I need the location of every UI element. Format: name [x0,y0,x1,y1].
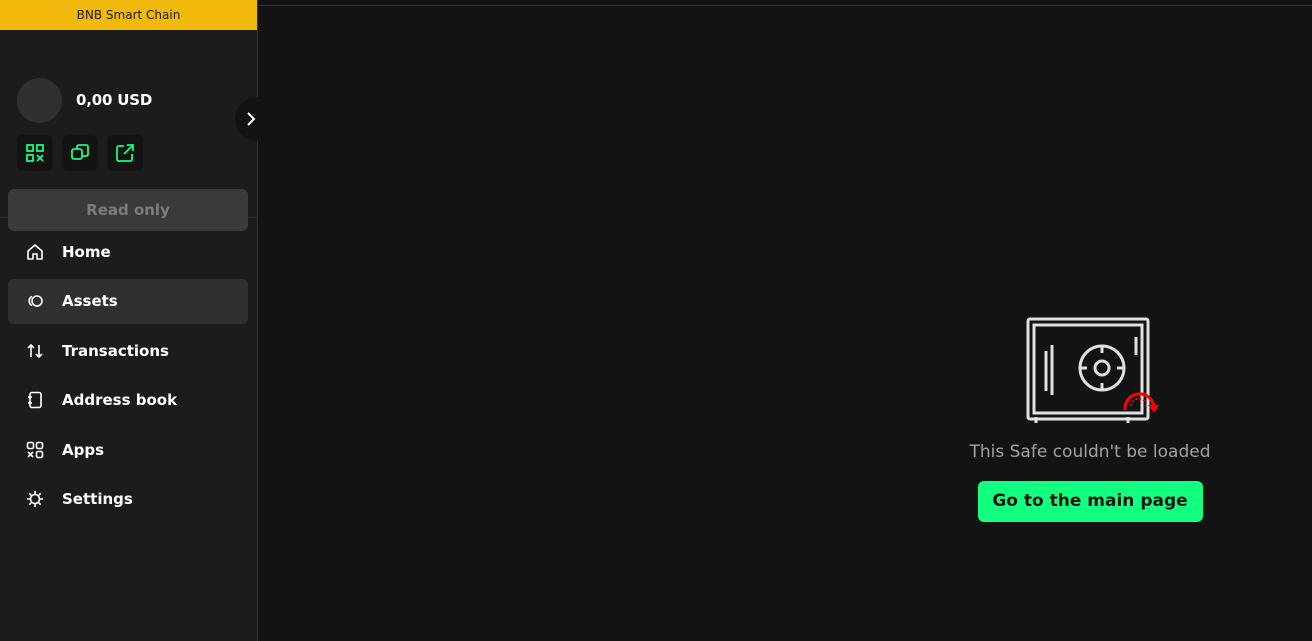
sidebar: BNB Smart Chain 0,00 USD Read only Home … [0,0,279,641]
chain-indicator: BNB Smart Chain [0,0,257,30]
nav-item-label: Apps [62,440,105,459]
safe-load-error: This Safe couldn't be loaded Go to the m… [940,315,1240,522]
app-root: BNB Smart Chain 0,00 USD Read only Home … [0,0,1312,641]
sidebar-toggle-button[interactable] [235,97,279,141]
nav-item-label: Address book [62,391,178,409]
apps-icon [25,440,45,460]
address-book-icon [25,390,45,410]
nav-item-label: Assets [62,292,118,310]
avatar [17,78,62,123]
open-explorer-button[interactable] [107,135,143,171]
safe-balance: 0,00 USD [76,91,153,109]
sidebar-nav: Home Assets Transactions Address book Ap… [8,229,248,526]
nav-item-address-book[interactable]: Address book [8,378,248,423]
nav-item-label: Transactions [62,341,169,360]
error-message: This Safe couldn't be loaded [969,442,1211,462]
read-only-button[interactable]: Read only [8,189,248,231]
qr-code-button[interactable] [17,135,53,171]
nav-item-home[interactable]: Home [8,229,248,274]
nav-item-settings[interactable]: Settings [8,477,248,522]
external-link-icon [116,144,134,162]
transactions-icon [25,341,45,361]
chevron-right-icon [247,112,256,126]
nav-item-transactions[interactable]: Transactions [8,328,248,373]
qr-code-icon [26,144,44,162]
nav-item-label: Settings [62,490,133,508]
top-divider [258,0,1312,6]
assets-icon [25,291,45,311]
safe-info: 0,00 USD Read only [0,30,279,231]
nav-item-apps[interactable]: Apps [8,427,248,472]
settings-icon [25,489,45,509]
home-icon [25,242,45,262]
copy-icon [71,144,89,160]
safe-actions [17,135,143,171]
nav-item-label: Home [62,242,111,261]
copy-address-button[interactable] [62,135,98,171]
safe-error-icon [1026,317,1159,423]
go-to-main-page-button[interactable]: Go to the main page [977,481,1203,522]
nav-item-assets[interactable]: Assets [8,278,248,324]
